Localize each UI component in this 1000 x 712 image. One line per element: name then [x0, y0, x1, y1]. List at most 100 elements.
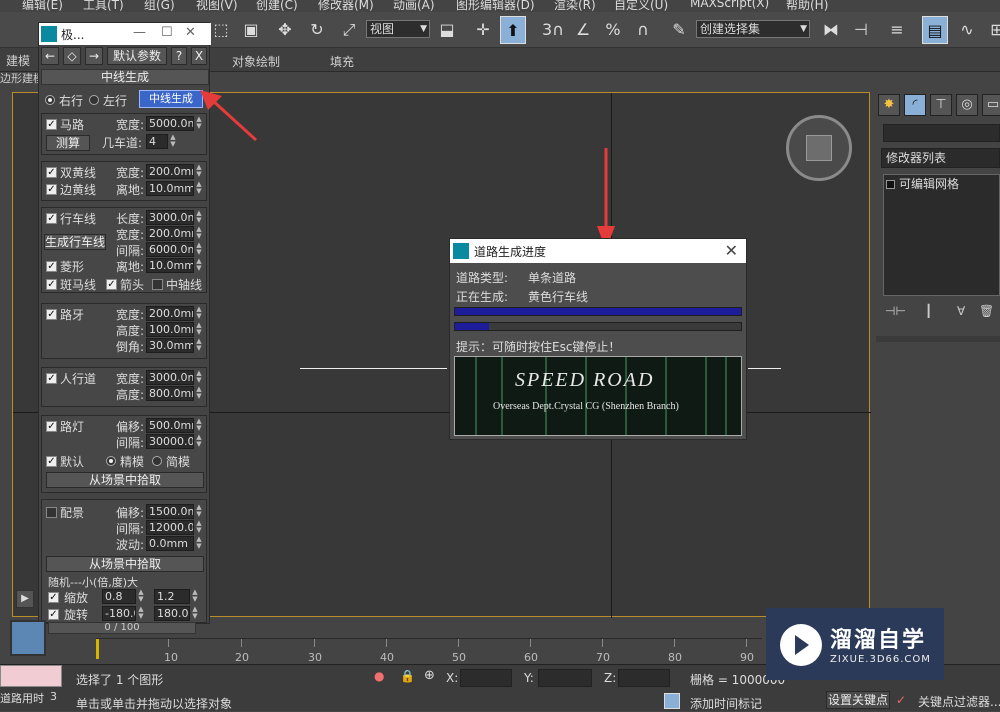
diamond-checkbox[interactable]: ✓ [46, 261, 57, 272]
keyboard-shortcut-icon[interactable]: ⬆ [500, 16, 526, 44]
measure-button[interactable]: 测算 [46, 135, 90, 151]
curb-height-spinner[interactable]: 100.0mm [146, 322, 194, 337]
motion-tab-icon[interactable]: ◎ [956, 94, 978, 116]
maximize-icon[interactable]: ☐ [161, 25, 173, 40]
ribbon-tab-populate[interactable]: 填充 [330, 53, 354, 70]
menu-maxscript[interactable]: MAXScript(X) [690, 0, 769, 10]
align-icon[interactable]: ⊣ [848, 16, 874, 44]
y-coordinate-field[interactable] [538, 669, 592, 687]
window-crossing-icon[interactable]: ▣ [238, 16, 264, 44]
track-bar[interactable]: 10 20 30 40 50 60 70 80 90 [96, 638, 762, 664]
percent-snap-icon[interactable]: % [600, 16, 626, 44]
default-params-button[interactable]: 默认参数 [107, 47, 167, 65]
generate-centerline-button[interactable]: 中线生成 [139, 90, 203, 108]
axis-checkbox[interactable] [152, 279, 163, 290]
scene-explorer-icon[interactable]: ▤ [922, 16, 948, 44]
transform-mode-icon[interactable]: ⊕ [424, 668, 435, 683]
scale-checkbox[interactable]: ✓ [48, 592, 59, 603]
menu-tools[interactable]: 工具(T) [83, 0, 124, 12]
pivot-icon[interactable]: ⬓ [434, 16, 460, 44]
scale-max-spinner[interactable]: 1.2 [154, 589, 190, 604]
spinner-arrows-icon[interactable]: ▲ ▼ [195, 536, 203, 551]
pin-stack-icon[interactable]: ⊣⊢ [885, 304, 906, 318]
modifier-stack[interactable]: 可编辑网格 [883, 174, 1000, 296]
menu-create[interactable]: 创建(C) [256, 0, 298, 12]
plugin-titlebar[interactable]: 极... — ☐ ✕ [39, 23, 211, 45]
key-filter-icon[interactable]: ✓ [896, 693, 906, 707]
menu-rendering[interactable]: 渲染(R) [554, 0, 596, 12]
menu-help[interactable]: 帮助(H) [786, 0, 828, 12]
lane-width-spinner[interactable]: 200.0mm [146, 226, 194, 241]
scenery-gap-spinner[interactable]: 12000.0mm [146, 520, 194, 535]
select-region-icon[interactable]: ⬚ [208, 16, 234, 44]
spinner-arrows-icon[interactable]: ▲ ▼ [195, 164, 203, 179]
add-time-tag-button[interactable]: 添加时间标记 [690, 695, 762, 712]
radio-right-drive[interactable] [45, 95, 55, 105]
yellow-width-spinner[interactable]: 200.0mm [146, 164, 194, 179]
spinner-arrows-icon[interactable]: ▲ ▼ [195, 226, 203, 241]
spinner-arrows-icon[interactable]: ▲ ▼ [137, 606, 145, 621]
curb-chamfer-spinner[interactable]: 30.0mm [146, 338, 194, 353]
viewcube[interactable] [786, 115, 852, 181]
lane-gap-spinner[interactable]: 6000.0mm [146, 242, 194, 257]
zebra-checkbox[interactable]: ✓ [46, 279, 57, 290]
prev-arrow-icon[interactable]: ← [41, 47, 59, 65]
minimize-icon[interactable]: — [133, 25, 146, 40]
lane-checkbox[interactable]: ✓ [46, 213, 57, 224]
spinner-arrows-icon[interactable]: ▲ ▼ [169, 134, 177, 149]
sidewalk-checkbox[interactable]: ✓ [46, 373, 57, 384]
time-slider[interactable]: 0 / 100 [48, 622, 196, 634]
spinner-arrows-icon[interactable]: ▲ ▼ [195, 242, 203, 257]
edit-named-sets-icon[interactable]: ✎ [666, 16, 692, 44]
maxscript-listener-mini[interactable] [0, 665, 62, 687]
ribbon-tab-modeling[interactable]: 建模 [6, 52, 30, 69]
ribbon-tab-object-paint[interactable]: 对象绘制 [232, 53, 280, 70]
radio-simple-model[interactable] [152, 456, 162, 466]
spinner-arrows-icon[interactable]: ▲ ▼ [195, 338, 203, 353]
menu-animation[interactable]: 动画(A) [393, 0, 435, 12]
spinner-arrows-icon[interactable]: ▲ ▼ [137, 589, 145, 604]
rotate-icon[interactable]: ↻ [304, 16, 330, 44]
z-coordinate-field[interactable] [618, 669, 670, 687]
menu-customize[interactable]: 自定义(U) [614, 0, 668, 12]
lamp-pick-from-scene-button[interactable]: 从场景中拾取 [46, 472, 204, 488]
layers-icon[interactable]: ≡ [884, 16, 910, 44]
lamp-default-checkbox[interactable]: ✓ [46, 456, 57, 467]
display-tab-icon[interactable]: ▭ [982, 94, 1000, 116]
mirror-icon[interactable]: ⧓ [818, 16, 844, 44]
menu-graph-editors[interactable]: 图形编辑器(D) [456, 0, 535, 12]
rotate-checkbox[interactable]: ✓ [48, 609, 59, 620]
named-selection-select[interactable]: 创建选择集 ▼ [696, 20, 810, 38]
lock-icon[interactable]: 🔒 [400, 669, 415, 683]
make-unique-icon[interactable]: ∀ [957, 304, 965, 318]
radio-left-drive[interactable] [89, 95, 99, 105]
menu-modifiers[interactable]: 修改器(M) [318, 0, 374, 12]
spinner-arrows-icon[interactable]: ▲ ▼ [195, 322, 203, 337]
close-icon[interactable]: ✕ [185, 25, 196, 40]
time-tag-icon[interactable] [664, 693, 680, 709]
diamond-icon[interactable]: ◇ [63, 47, 81, 65]
lamp-offset-spinner[interactable]: 500.0mm [146, 418, 194, 433]
generate-lanes-button[interactable]: 生成行车线 [44, 234, 106, 250]
lamp-checkbox[interactable]: ✓ [46, 421, 57, 432]
modifier-list-dropdown[interactable]: 修改器列表 [881, 148, 1000, 168]
radio-fine-model[interactable] [106, 456, 116, 466]
mini-curve-editor-button[interactable] [10, 620, 46, 656]
sidewalk-height-spinner[interactable]: 800.0mm [146, 386, 194, 401]
remove-modifier-icon[interactable]: 🗑 [979, 304, 994, 318]
dialog-titlebar[interactable]: 道路生成进度 ✕ [450, 239, 746, 263]
spinner-snap-icon[interactable]: ∩ [630, 16, 656, 44]
road-checkbox[interactable]: ✓ [46, 119, 57, 130]
double-yellow-checkbox[interactable]: ✓ [46, 167, 57, 178]
scenery-offset-spinner[interactable]: 1500.0mm [146, 504, 194, 519]
modify-tab-icon[interactable]: ◜ [904, 94, 926, 116]
lane-length-spinner[interactable]: 3000.0mm [146, 210, 194, 225]
schematic-view-icon[interactable]: ⊞ [984, 16, 1000, 44]
spinner-arrows-icon[interactable]: ▲ ▼ [195, 370, 203, 385]
viewcube-face[interactable] [806, 135, 832, 161]
select-manipulate-icon[interactable]: ✛ [470, 16, 496, 44]
rollout-header-centerline[interactable]: 中线生成 [41, 69, 209, 85]
menu-edit[interactable]: 编辑(E) [22, 0, 63, 12]
key-filters-button[interactable]: 关键点过滤器... [918, 693, 1000, 710]
show-end-result-icon[interactable]: ┃ [925, 304, 932, 318]
